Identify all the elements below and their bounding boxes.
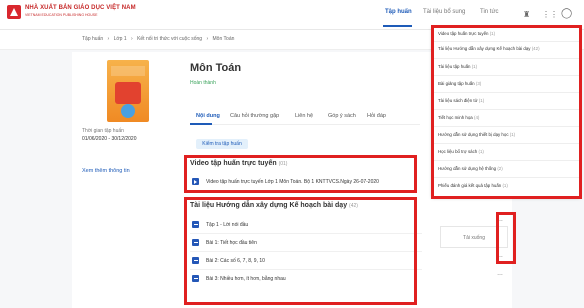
period-label: Thời gian tập huấn	[82, 128, 124, 134]
play-icon	[192, 178, 199, 185]
dropdown-item[interactable]: Phiếu đánh giá kết quả tập huấn (1)	[438, 183, 508, 188]
more-icon[interactable]: …	[497, 217, 503, 223]
more-icon[interactable]: …	[497, 253, 503, 259]
dropdown-item[interactable]: Video tập huấn trực tuyến (1)	[438, 31, 495, 36]
dropdown-item[interactable]: Tiết học minh họa (4)	[438, 115, 479, 120]
nav-active-underline	[383, 25, 412, 27]
nav-tin-tuc[interactable]: Tin tức	[480, 9, 498, 15]
doc-item[interactable]: Bài 3: Nhiều hơn, ít hơn, bằng nhau	[206, 276, 286, 282]
tab-gop-y[interactable]: Góp ý sách	[328, 113, 356, 119]
dropdown-item[interactable]: Tài liệu sách điện tử (1)	[438, 98, 484, 103]
tab-hoi-dap[interactable]: Hỏi đáp	[367, 113, 386, 119]
nav-tap-huan[interactable]: Tập huấn	[385, 9, 412, 15]
course-title: Môn Toán	[190, 62, 242, 74]
page: NHÀ XUẤT BẢN GIÁO DỤC VIỆT NAM VIETNAM E…	[0, 0, 584, 308]
tab-active-underline	[190, 123, 212, 125]
breadcrumb-item[interactable]: Tập huấn	[82, 36, 103, 42]
grid-icon[interactable]: ⋮⋮	[542, 10, 558, 19]
dropdown-item[interactable]: Hướng dẫn sử dụng hệ thống (2)	[438, 166, 503, 171]
section-dropdown: Video tập huấn trực tuyến (1) Tài liệu H…	[432, 27, 580, 197]
more-icon[interactable]: …	[497, 271, 503, 277]
tab-lien-he[interactable]: Liên hệ	[295, 113, 313, 119]
brand-subtitle: VIETNAM EDUCATION PUBLISHING HOUSE	[25, 13, 98, 17]
doc-item[interactable]: Bài 2: Các số 6, 7, 8, 9, 10	[206, 258, 265, 264]
document-icon	[192, 275, 199, 282]
doc-section-count: (42)	[349, 203, 358, 209]
more-info-link[interactable]: Xem thêm thông tin	[82, 168, 130, 174]
row-divider	[190, 269, 422, 270]
doc-item[interactable]: Bài 1: Tiết học đầu tiên	[206, 240, 257, 246]
doc-section-title[interactable]: Tài liệu Hướng dẫn xây dựng Kế hoạch bài…	[190, 202, 358, 209]
document-icon	[192, 221, 199, 228]
download-popup[interactable]: Tải xuống	[440, 226, 508, 248]
dropdown-item[interactable]: Bài giảng tập huấn (3)	[438, 81, 481, 86]
breadcrumb-separator: ›	[131, 36, 133, 42]
book-cover-image	[107, 60, 149, 122]
video-section-label: Video tập huấn trực tuyến	[190, 160, 277, 167]
breadcrumb: Tập huấn › Lớp 1 › Kết nối tri thức với …	[82, 36, 237, 42]
breadcrumb-item[interactable]: Kết nối tri thức với cuộc sống	[137, 36, 202, 42]
video-item[interactable]: Video tập huấn trực tuyến Lớp 1 Môn Toán…	[206, 179, 379, 185]
dropdown-item[interactable]: Tài liệu Hướng dẫn xây dựng Kế hoạch bài…	[438, 46, 540, 51]
dropdown-item[interactable]: Tài liệu tập huấn (1)	[438, 64, 477, 69]
logo-icon[interactable]	[7, 5, 21, 19]
breadcrumb-item[interactable]: Lớp 1	[114, 36, 127, 42]
dropdown-item[interactable]: Học liệu bổ trợ sách (1)	[438, 149, 484, 154]
tab-divider	[190, 124, 420, 125]
test-button[interactable]: Kiểm tra tập huấn	[196, 139, 248, 149]
breadcrumb-separator: ›	[206, 36, 209, 42]
cart-icon[interactable]: ♜	[523, 10, 530, 19]
period-value: 01/06/2020 - 30/12/2020	[82, 136, 137, 142]
video-section-count: (01)	[278, 161, 288, 167]
row-divider	[190, 233, 422, 234]
brand-name: NHÀ XUẤT BẢN GIÁO DỤC VIỆT NAM	[25, 5, 136, 11]
doc-item[interactable]: Tập 1 - Lời nói đầu	[206, 222, 248, 228]
breadcrumb-separator: ›	[107, 36, 110, 42]
status-badge: Hoàn thành	[190, 80, 216, 86]
dropdown-item[interactable]: Hướng dẫn sử dụng thiết bị dạy học (1)	[438, 132, 515, 137]
video-section-title[interactable]: Video tập huấn trực tuyến (01)	[190, 160, 287, 167]
document-icon	[192, 239, 199, 246]
document-icon	[192, 257, 199, 264]
breadcrumb-item: Môn Toán	[212, 36, 235, 42]
nav-tai-lieu-bo-sung[interactable]: Tài liệu bổ sung	[423, 9, 465, 15]
doc-section-label: Tài liệu Hướng dẫn xây dựng Kế hoạch bài…	[190, 202, 348, 209]
tab-noi-dung[interactable]: Nội dung	[196, 113, 220, 119]
user-icon[interactable]: ◯	[561, 8, 572, 19]
row-divider	[190, 251, 422, 252]
tab-cau-hoi[interactable]: Câu hỏi thường gặp	[230, 113, 279, 119]
top-bar: NHÀ XUẤT BẢN GIÁO DỤC VIỆT NAM VIETNAM E…	[0, 0, 584, 30]
